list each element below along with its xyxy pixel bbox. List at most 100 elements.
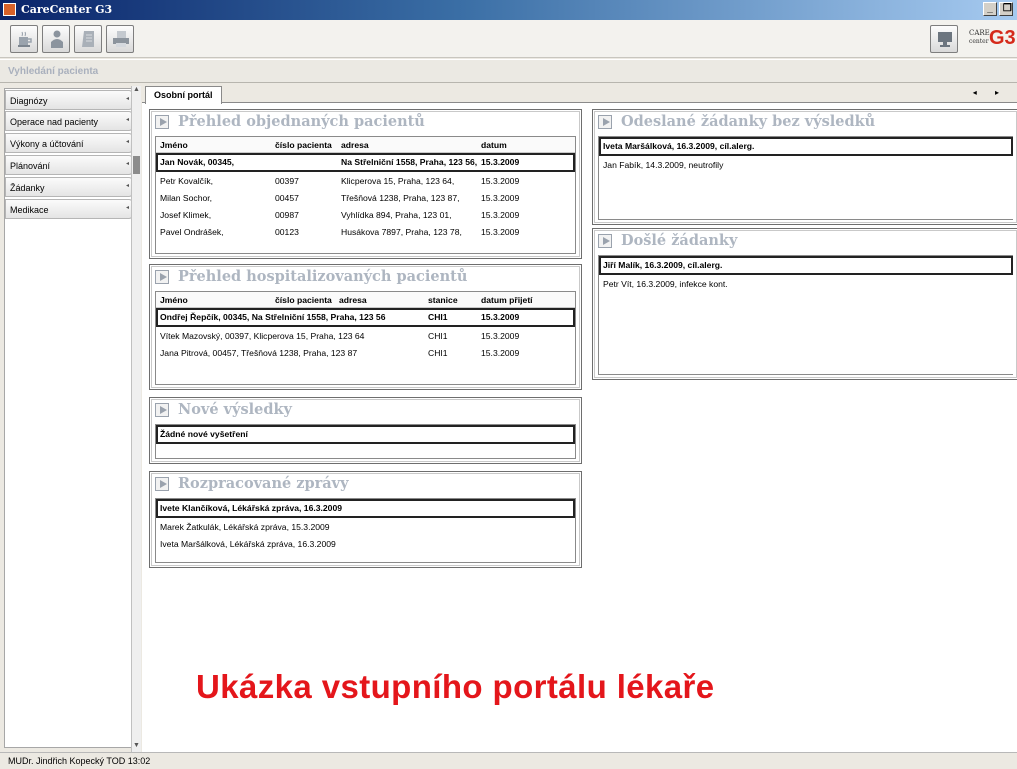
table-row[interactable]: Jana Pitrová, 00457, Třešňová 1238, Prah… [156,345,575,361]
tab-osobni-portal[interactable]: Osobní portál [145,86,222,104]
table-cell: Petr Kovalčík, [160,176,214,186]
sidebar-item-diagnozy[interactable]: Diagnózy ◂ [5,90,133,110]
panel-title: Rozpracované zprávy [178,475,349,492]
sidebar-item-label: Výkony a účtování [10,139,84,149]
printer-icon [113,31,129,47]
logo-g3-text: G3 [989,27,1016,49]
table-cell: 15.3.2009 [481,193,520,203]
table-cell: Vítek Mazovský, 00397, Klicperova 15, Pr… [160,331,365,341]
table-cell: Vyhlídka 894, Praha, 123 01, [341,210,452,220]
table-row[interactable]: Vítek Mazovský, 00397, Klicperova 15, Pr… [156,328,575,344]
table-cell: 15.3.2009 [481,210,520,220]
play-icon[interactable] [598,234,612,248]
received-requests-list: Jiří Malík, 16.3.2009, cíl.alerg. Petr V… [598,255,1013,375]
list-item-text: Petr Vít, 16.3.2009, infekce kont. [603,279,728,289]
hospitalized-patients-table: Jméno číslo pacienta adresa stanice datu… [155,291,576,385]
maximize-button[interactable]: ❒ [999,2,1013,16]
sent-requests-panel: Odeslané žádanky bez výsledků Iveta Marš… [592,109,1017,225]
table-cell: Milan Sochor, [160,193,213,203]
sidebar-item-planovani[interactable]: Plánování ◂ [5,155,133,175]
patient-search-bar[interactable]: Vyhledání pacienta [0,59,1017,83]
table-row[interactable]: Petr Kovalčík, 00397 Klicperova 15, Prah… [156,173,575,189]
document-icon [82,31,94,47]
list-item-text: Žádné nové vyšetření [160,429,248,439]
sidebar-item-vykony[interactable]: Výkony a účtování ◂ [5,133,133,153]
list-item[interactable]: Iveta Maršálková, Lékářská zpráva, 16.3.… [156,536,575,552]
table-cell: 00123 [275,227,299,237]
coffee-cup-button[interactable] [10,25,38,53]
list-item[interactable]: Petr Vít, 16.3.2009, infekce kont. [599,276,1013,292]
column-header: stanice [428,295,458,305]
column-header: číslo pacienta [275,295,332,305]
sidebar: Diagnózy ◂ Operace nad pacienty ◂ Výkony a… [4,88,134,748]
table-header: Jméno číslo pacienta adresa stanice datu… [156,292,575,308]
play-icon[interactable] [598,115,612,129]
panel-title: Přehled objednaných pacientů [178,113,425,130]
table-cell: Ondřej Řepčík, 00345, Na Střelniční 1558… [160,312,386,322]
scroll-up-icon[interactable]: ▲ [132,86,141,96]
new-results-panel: Nové výsledky Žádné nové vyšetření [149,397,582,464]
play-icon[interactable] [155,477,169,491]
received-requests-panel: Došlé žádanky Jiří Malík, 16.3.2009, cíl… [592,228,1017,380]
person-icon [51,30,63,48]
status-bar: MUDr. Jindřich Kopecký TOD 13:02 [0,752,1017,769]
play-icon[interactable] [155,115,169,129]
table-row[interactable]: Pavel Ondrášek, 00123 Husákova 7897, Pra… [156,224,575,240]
new-results-list: Žádné nové vyšetření [155,424,576,459]
table-row[interactable]: Milan Sochor, 00457 Třešňová 1238, Praha… [156,190,575,206]
table-cell: CHI1 [428,331,448,341]
column-header: adresa [339,295,367,305]
list-item-text: Marek Žatkulák, Lékářská zpráva, 15.3.20… [160,522,330,532]
logo-center-text: center [969,38,989,45]
table-cell: Husákova 7897, Praha, 123 78, [341,227,462,237]
table-row-selected[interactable]: Ondřej Řepčík, 00345, Na Střelniční 1558… [156,308,575,327]
ordered-patients-panel: Přehled objednaných pacientů Jméno číslo… [149,109,582,259]
table-header: Jméno číslo pacienta adresa datum [156,137,575,153]
column-header: číslo pacienta [275,140,332,150]
monitor-button[interactable] [930,25,958,53]
table-row[interactable]: Josef Klimek, 00987 Vyhlídka 894, Praha,… [156,207,575,223]
sidebar-item-medikace[interactable]: Medikace ◂ [5,199,133,219]
table-cell: Třešňová 1238, Praha, 123 87, [341,193,460,203]
document-button[interactable] [74,25,102,53]
play-icon[interactable] [155,270,169,284]
sidebar-scrollbar[interactable]: ▲ ▼ [131,86,141,752]
scroll-thumb[interactable] [133,156,140,174]
table-cell: 15.3.2009 [481,176,520,186]
draft-reports-list: Ivete Klančíková, Lékářská zpráva, 16.3.… [155,498,576,563]
list-item-selected[interactable]: Ivete Klančíková, Lékářská zpráva, 16.3.… [156,499,575,518]
window-title: CareCenter G3 [21,3,113,16]
play-icon[interactable] [155,403,169,417]
table-cell: 15.3.2009 [481,227,520,237]
carecenter-logo: CARE center G3 [969,27,1016,52]
table-cell: 00397 [275,176,299,186]
table-cell: 15.3.2009 [481,331,520,341]
column-header: adresa [341,140,369,150]
sidebar-item-zadanky[interactable]: Žádanky ◂ [5,177,133,197]
table-cell: Josef Klimek, [160,210,212,220]
list-item[interactable]: Jan Fabík, 14.3.2009, neutrofily [599,157,1013,173]
sidebar-item-operace[interactable]: Operace nad pacienty ◂ [5,111,133,131]
table-cell: CHI1 [428,348,448,358]
table-row-selected[interactable]: Jan Novák, 00345, Na Střelniční 1558, Pr… [156,153,575,172]
tab-scroll-arrows[interactable]: ◂ ▸ [973,88,1007,97]
list-item-selected[interactable]: Jiří Malík, 16.3.2009, cíl.alerg. [599,256,1013,275]
list-item-selected[interactable]: Žádné nové vyšetření [156,425,575,444]
list-item-selected[interactable]: Iveta Maršálková, 16.3.2009, cíl.alerg. [599,137,1013,156]
chevron-left-icon: ◂ [125,139,129,145]
status-text: MUDr. Jindřich Kopecký TOD 13:02 [8,756,151,766]
chevron-left-icon: ◂ [125,161,129,167]
table-cell: 15.3.2009 [481,157,520,167]
ordered-patients-table: Jméno číslo pacienta adresa datum Jan No… [155,136,576,254]
patient-button[interactable] [42,25,70,53]
list-item[interactable]: Marek Žatkulák, Lékářská zpráva, 15.3.20… [156,519,575,535]
minimize-button[interactable]: _ [983,2,997,16]
scroll-down-icon[interactable]: ▼ [132,742,141,752]
list-item-text: Iveta Maršálková, 16.3.2009, cíl.alerg. [603,141,755,151]
list-item-text: Jiří Malík, 16.3.2009, cíl.alerg. [603,260,723,270]
sidebar-item-label: Diagnózy [10,96,48,106]
main-content: Osobní portál ◂ ▸ Přehled objednaných pa… [142,84,1017,752]
panel-title: Odeslané žádanky bez výsledků [621,113,876,130]
print-button[interactable] [106,25,134,53]
column-header: datum přijetí [481,295,533,305]
